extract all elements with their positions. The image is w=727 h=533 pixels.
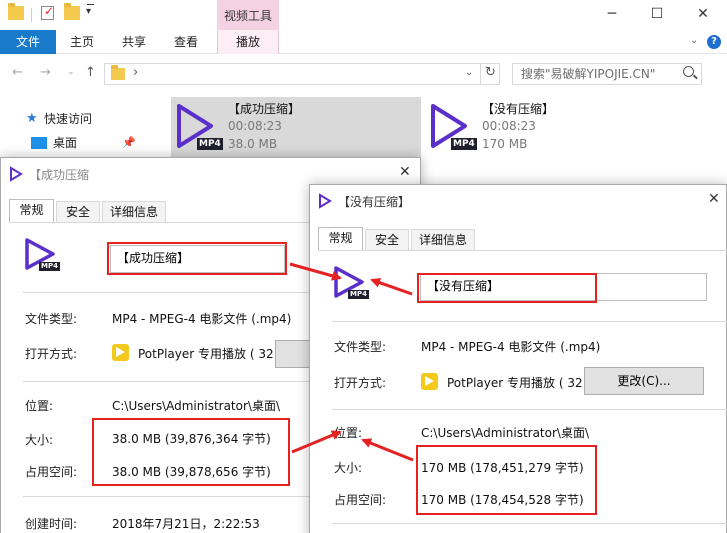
arrow-size-2 xyxy=(361,438,414,462)
annotation-arrows xyxy=(289,262,414,462)
arrow-filename-2 xyxy=(370,277,413,296)
arrow-filename-1 xyxy=(289,262,342,281)
arrow-size-1 xyxy=(291,430,342,454)
